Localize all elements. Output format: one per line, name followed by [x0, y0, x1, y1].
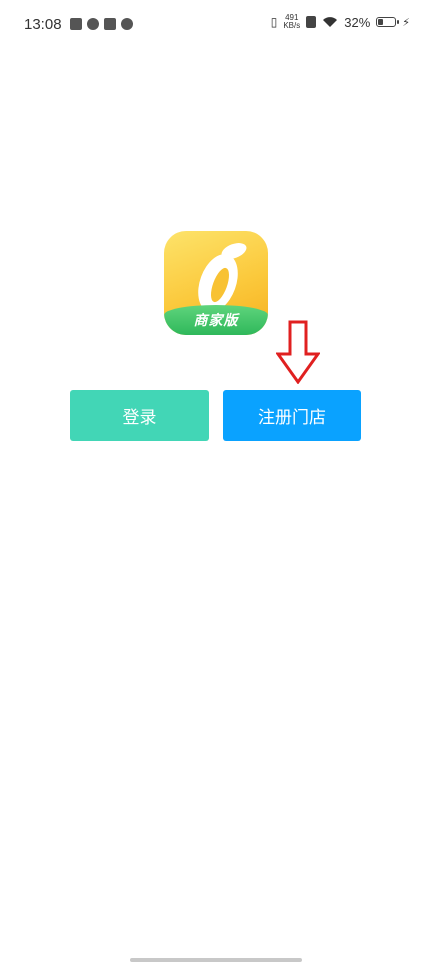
net-speed: 491 KB/s — [283, 14, 300, 30]
login-button[interactable]: 登录 — [70, 390, 209, 441]
check-icon — [87, 18, 99, 30]
mail-icon — [70, 18, 82, 30]
register-store-button[interactable]: 注册门店 — [223, 390, 361, 441]
logo-band-text: 商家版 — [193, 312, 239, 328]
login-button-label: 登录 — [122, 408, 157, 427]
wifi-icon — [323, 17, 338, 27]
home-indicator[interactable] — [130, 958, 302, 962]
status-time: 13:08 — [24, 16, 62, 33]
vibrate-icon: ▯ — [270, 15, 278, 29]
status-bar: 13:08 ▯ 491 KB/s 32% ⚡ — [0, 0, 432, 52]
notification-icons — [70, 18, 133, 30]
status-right: ▯ 491 KB/s 32% ⚡ — [271, 14, 410, 30]
battery-percent: 32% — [344, 14, 371, 30]
wechat-icon — [121, 18, 133, 30]
logo-band: 商家版 — [164, 305, 268, 335]
battery-icon — [376, 17, 400, 27]
down-arrow-icon — [276, 320, 320, 384]
net-speed-unit: KB/s — [283, 21, 301, 30]
register-store-button-label: 注册门店 — [258, 408, 326, 427]
sim-off-icon — [306, 16, 317, 28]
app-logo: 商家版 — [164, 231, 268, 335]
charging-icon: ⚡ — [402, 16, 410, 29]
app-notification-icon — [104, 18, 116, 30]
battery-fill — [378, 19, 384, 25]
